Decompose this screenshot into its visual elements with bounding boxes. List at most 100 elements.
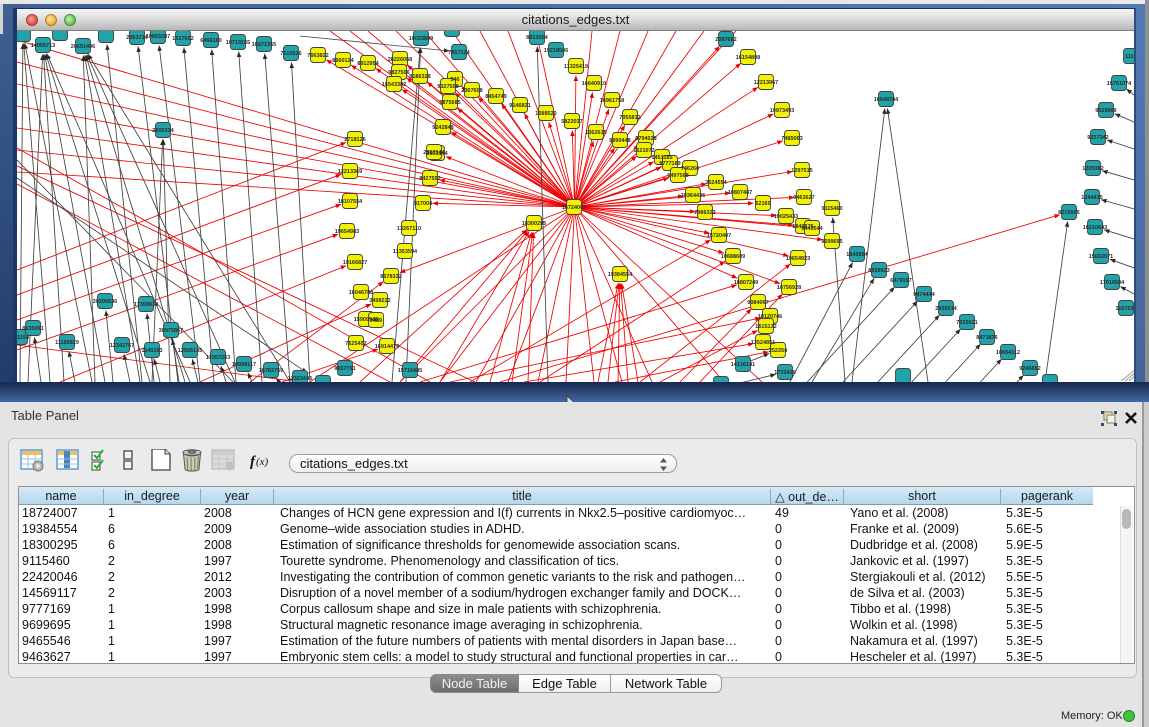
svg-text:1588520: 1588520 xyxy=(535,111,556,117)
svg-text:12505135: 12505135 xyxy=(178,348,202,354)
svg-text:1615132: 1615132 xyxy=(755,324,776,330)
svg-text:8427552: 8427552 xyxy=(419,176,440,182)
svg-text:13267110: 13267110 xyxy=(397,226,421,232)
svg-text:15751074: 15751074 xyxy=(1107,81,1132,87)
svg-text:8135061: 8135061 xyxy=(22,326,43,332)
svg-text:1621072: 1621072 xyxy=(633,148,654,154)
svg-text:19384554: 19384554 xyxy=(608,272,633,278)
svg-text:17359934: 17359934 xyxy=(134,302,159,308)
svg-text:14055713: 14055713 xyxy=(31,43,55,49)
svg-text:8186328: 8186328 xyxy=(409,74,430,80)
svg-text:2605334: 2605334 xyxy=(152,128,174,134)
svg-text:11156829: 11156829 xyxy=(55,340,79,346)
svg-text:746266: 746266 xyxy=(681,166,699,172)
svg-text:8660124: 8660124 xyxy=(332,58,354,64)
svg-text:19654923: 19654923 xyxy=(786,256,810,262)
svg-text:7986322: 7986322 xyxy=(694,210,715,216)
svg-text:7625402: 7625402 xyxy=(345,341,366,347)
svg-text:20206536: 20206536 xyxy=(93,299,117,305)
svg-text:9327508: 9327508 xyxy=(437,84,458,90)
svg-text:16046788: 16046788 xyxy=(349,290,373,296)
svg-text:10025433: 10025433 xyxy=(774,214,798,220)
svg-text:2718126: 2718126 xyxy=(344,137,365,143)
svg-text:9489: 9489 xyxy=(370,318,382,324)
svg-text:7632621: 7632621 xyxy=(956,320,977,326)
svg-text:1209382: 1209382 xyxy=(1082,166,1103,172)
svg-text:18807249: 18807249 xyxy=(734,280,758,286)
svg-text:7663822: 7663822 xyxy=(307,53,328,59)
svg-text:3498222: 3498222 xyxy=(369,298,390,304)
svg-text:28226058: 28226058 xyxy=(388,57,412,63)
svg-text:9827506: 9827506 xyxy=(388,70,409,76)
svg-text:8454749: 8454749 xyxy=(485,94,506,100)
svg-text:9245652: 9245652 xyxy=(1019,366,1040,372)
svg-text:15692971: 15692971 xyxy=(1089,254,1113,260)
svg-text:6479197: 6479197 xyxy=(890,278,911,284)
svg-text:18107554: 18107554 xyxy=(338,199,363,205)
svg-text:6497568: 6497568 xyxy=(667,173,688,179)
svg-text:2087682: 2087682 xyxy=(715,37,736,43)
svg-text:1733426: 1733426 xyxy=(774,370,795,376)
svg-text:8990448: 8990448 xyxy=(609,138,630,144)
svg-text:10654112: 10654112 xyxy=(996,350,1020,356)
svg-text:16961758: 16961758 xyxy=(600,98,624,104)
svg-text:9657791: 9657791 xyxy=(334,366,355,372)
svg-text:12213369: 12213369 xyxy=(338,169,362,175)
svg-text:8471876: 8471876 xyxy=(976,335,997,341)
svg-text:917004: 917004 xyxy=(414,201,433,207)
svg-text:11353594: 11353594 xyxy=(393,249,418,255)
svg-text:2803144: 2803144 xyxy=(423,150,445,156)
svg-text:8813054: 8813054 xyxy=(526,35,548,41)
svg-text:252254: 252254 xyxy=(769,348,788,354)
svg-text:13524851: 13524851 xyxy=(751,340,775,346)
svg-text:16210643: 16210643 xyxy=(1083,225,1107,231)
svg-text:8938923: 8938923 xyxy=(868,268,889,274)
svg-text:1244415: 1244415 xyxy=(1081,195,1102,201)
svg-text:1527602: 1527602 xyxy=(172,36,193,42)
svg-text:9463627: 9463627 xyxy=(793,195,814,201)
svg-text:5822037: 5822037 xyxy=(561,119,582,125)
svg-text:391154: 391154 xyxy=(17,335,30,341)
svg-text:10655287: 10655287 xyxy=(146,34,170,40)
svg-text:16033809: 16033809 xyxy=(409,36,433,42)
svg-text:9474444: 9474444 xyxy=(913,292,935,298)
svg-text:3624554: 3624554 xyxy=(705,180,727,186)
svg-text:2935514: 2935514 xyxy=(935,306,957,312)
svg-text:8678332: 8678332 xyxy=(380,274,401,280)
svg-text:12213967: 12213967 xyxy=(754,80,778,86)
svg-text:9529966: 9529966 xyxy=(1095,108,1116,114)
svg-text:19166827: 19166827 xyxy=(343,260,367,266)
svg-text:1117: 1117 xyxy=(1125,54,1134,60)
svg-text:17957253: 17957253 xyxy=(206,355,230,361)
svg-text:16914479: 16914479 xyxy=(375,344,399,350)
svg-text:9242848: 9242848 xyxy=(432,125,453,131)
svg-text:11325419: 11325419 xyxy=(564,64,588,70)
svg-text:16648784: 16648784 xyxy=(874,97,899,103)
svg-text:12342757: 12342757 xyxy=(110,343,134,349)
svg-text:10756928: 10756928 xyxy=(777,285,801,291)
svg-text:10958117: 10958117 xyxy=(232,362,256,368)
svg-text:20364436: 20364436 xyxy=(681,193,705,199)
svg-text:12323446: 12323446 xyxy=(288,376,312,382)
svg-text:7515526: 7515526 xyxy=(280,51,301,57)
svg-text:9699695: 9699695 xyxy=(821,239,842,245)
svg-text:16640910: 16640910 xyxy=(582,81,606,87)
svg-text:9115460: 9115460 xyxy=(821,206,842,212)
svg-text:6794028: 6794028 xyxy=(635,136,656,142)
svg-text:7857224: 7857224 xyxy=(448,50,470,56)
svg-text:1145193: 1145193 xyxy=(141,348,162,354)
svg-text:1297515: 1297515 xyxy=(791,168,812,174)
svg-text:9777169: 9777169 xyxy=(659,161,680,167)
svg-text:16671355: 16671355 xyxy=(252,42,276,48)
svg-text:1640954: 1640954 xyxy=(846,252,868,258)
svg-text:18300295: 18300295 xyxy=(522,221,546,227)
svg-text:10719155: 10719155 xyxy=(226,40,250,46)
svg-text:10807487: 10807487 xyxy=(728,190,752,196)
svg-text:17016504: 17016504 xyxy=(1100,280,1125,286)
svg-text:14136141: 14136141 xyxy=(731,362,755,368)
svg-text:30975867: 30975867 xyxy=(159,328,183,334)
svg-text:8215955: 8215955 xyxy=(1058,210,1079,216)
svg-text:546: 546 xyxy=(450,77,459,83)
svg-text:6466160: 6466160 xyxy=(200,38,221,44)
svg-text:1167533: 1167533 xyxy=(1115,306,1134,312)
